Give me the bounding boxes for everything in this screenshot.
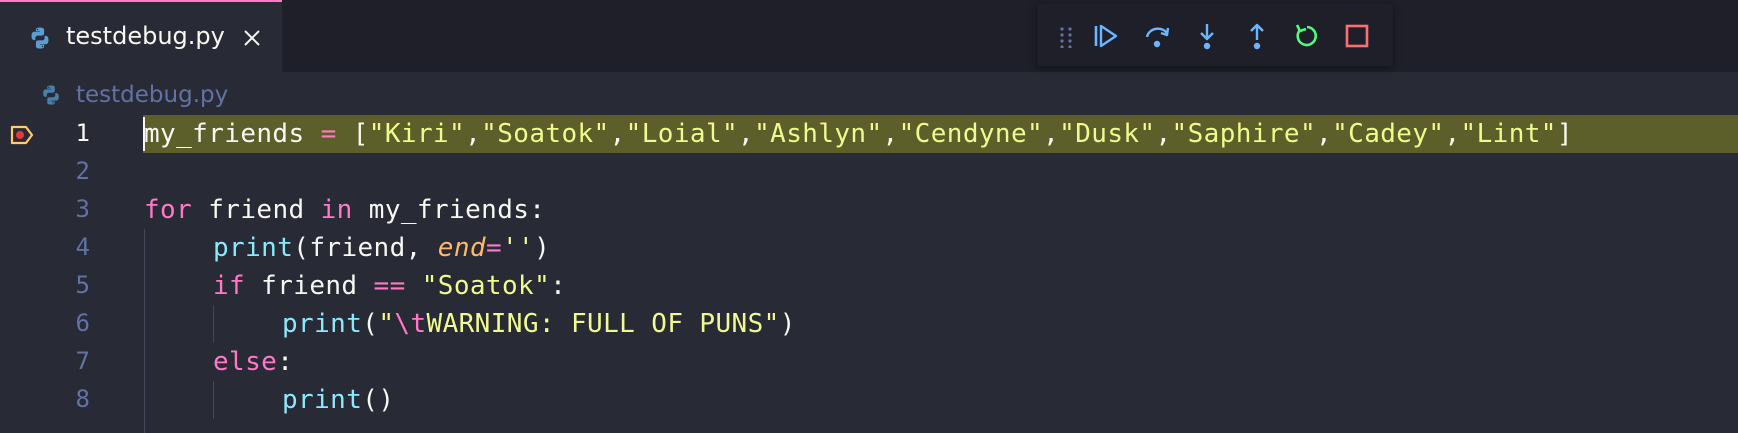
code-text: my_friends = ["Kiri","Soatok","Loial","A… <box>144 119 1573 149</box>
line-number: 7 <box>75 347 90 375</box>
step-out-icon <box>1250 23 1264 50</box>
line-number: 6 <box>75 309 90 337</box>
breadcrumb-file[interactable]: testdebug.py <box>76 82 228 108</box>
tab-strip: testdebug.py <box>0 0 1738 72</box>
stop-button[interactable] <box>1342 21 1372 51</box>
line-number: 1 <box>75 119 90 147</box>
close-icon[interactable] <box>240 26 264 50</box>
code-line-8[interactable]: 8 print() <box>0 381 1738 419</box>
code-line-2[interactable]: 2 <box>0 153 1738 191</box>
step-into-icon <box>1200 24 1214 50</box>
code-text: print() <box>282 385 395 415</box>
step-out-button[interactable] <box>1242 21 1272 51</box>
code-text: else: <box>213 347 294 377</box>
code-line-6[interactable]: 6 print("\tWARNING: FULL OF PUNS") <box>0 305 1738 343</box>
line-number: 4 <box>75 233 90 261</box>
code-line-7[interactable]: 7 else: <box>0 343 1738 381</box>
step-over-icon <box>1145 27 1170 48</box>
line-number: 5 <box>75 271 90 299</box>
continue-icon <box>1094 24 1118 48</box>
code-text: if friend == "Soatok": <box>213 271 567 301</box>
editor-window: testdebug.py testdebug.py 1 my_friends =… <box>0 0 1738 433</box>
code-text: print(friend, end='') <box>213 233 551 263</box>
restart-button[interactable] <box>1292 21 1322 51</box>
tab-label: testdebug.py <box>66 22 225 50</box>
breakpoint-current-icon[interactable] <box>10 125 34 145</box>
tab-testdebug[interactable]: testdebug.py <box>0 0 282 72</box>
step-over-button[interactable] <box>1142 21 1172 51</box>
python-icon <box>31 27 49 49</box>
breadcrumb[interactable]: testdebug.py <box>40 80 228 110</box>
code-text: print("\tWARNING: FULL OF PUNS") <box>282 309 796 339</box>
code-editor[interactable]: 1 my_friends = ["Kiri","Soatok","Loial",… <box>0 115 1738 433</box>
line-number: 3 <box>75 195 90 223</box>
step-into-button[interactable] <box>1192 21 1222 51</box>
code-text: for friend in my_friends: <box>144 195 546 225</box>
continue-button[interactable] <box>1091 21 1121 51</box>
debug-toolbar <box>1037 4 1393 66</box>
python-icon <box>43 85 59 105</box>
code-line-5[interactable]: 5 if friend == "Soatok": <box>0 267 1738 305</box>
code-line-4[interactable]: 4 print(friend, end='') <box>0 229 1738 267</box>
code-line-1[interactable]: 1 my_friends = ["Kiri","Soatok","Loial",… <box>0 115 1738 153</box>
drag-grip-icon[interactable] <box>1059 26 1073 48</box>
line-number: 8 <box>75 385 90 413</box>
stop-icon <box>1345 24 1369 48</box>
restart-icon <box>1295 24 1317 47</box>
code-line-3[interactable]: 3 for friend in my_friends: <box>0 191 1738 229</box>
line-number: 2 <box>75 157 90 185</box>
